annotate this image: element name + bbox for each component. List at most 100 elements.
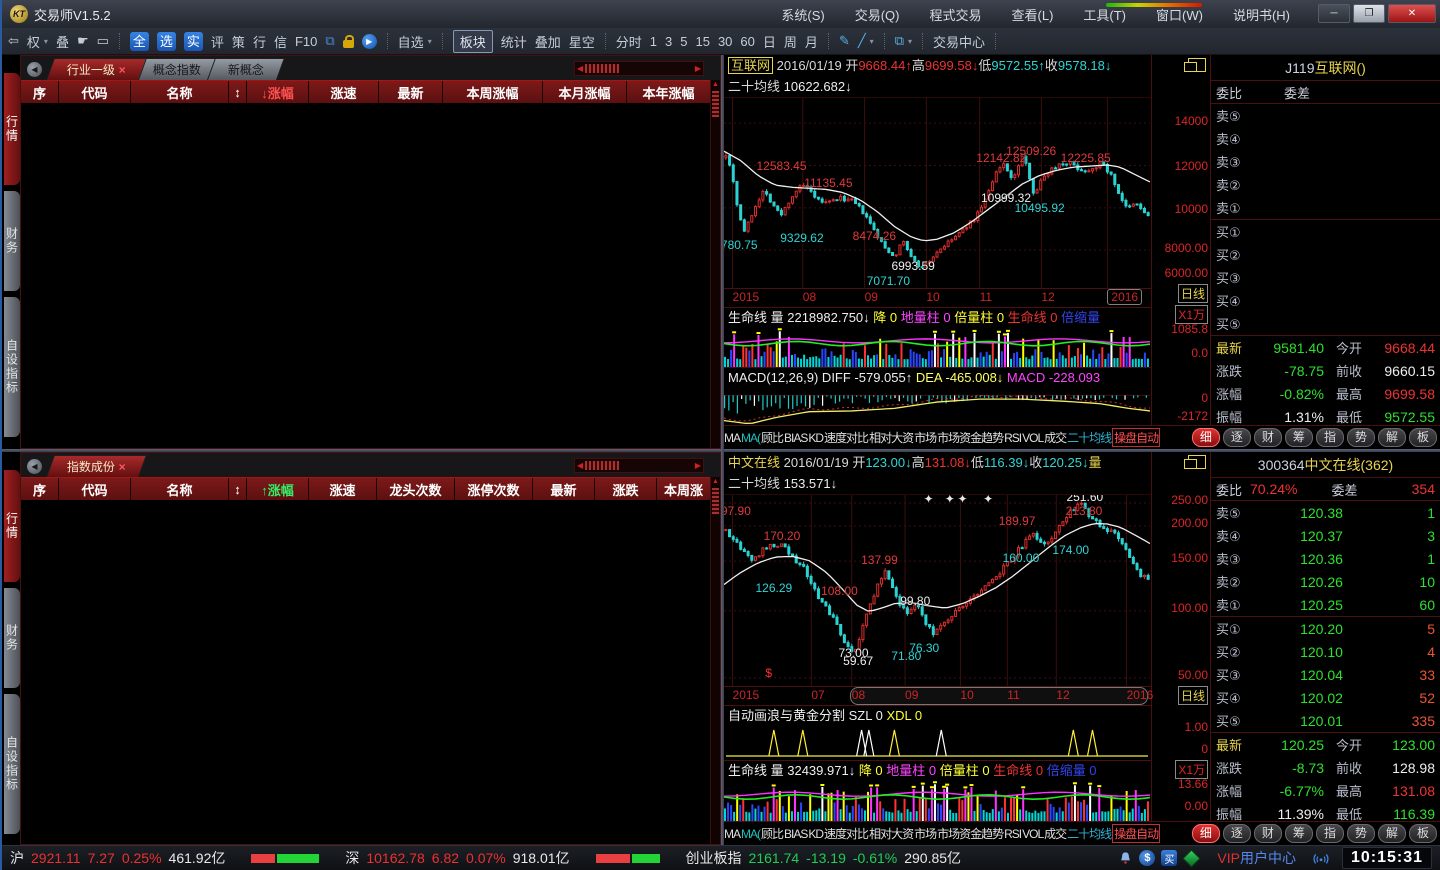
vertical-scrollbar[interactable]: ▲ <box>710 80 720 448</box>
view-button-筹[interactable]: 筹 <box>1285 428 1313 447</box>
table-tab[interactable]: 新概念 <box>207 58 285 80</box>
view-button-势[interactable]: 势 <box>1347 428 1375 447</box>
vip-user-center-link[interactable]: VIP用户中心 <box>1217 848 1296 868</box>
indicator-item[interactable]: 速度对比 <box>824 825 868 842</box>
ask-row[interactable]: 卖③120.361 <box>1211 547 1440 570</box>
tab-close-icon[interactable]: × <box>119 63 126 77</box>
view-button-细[interactable]: 细 <box>1192 824 1220 843</box>
column-header[interactable]: 名称 <box>131 81 229 103</box>
view-button-逐[interactable]: 逐 <box>1223 824 1251 843</box>
dropdown-caret-icon[interactable]: ▾ <box>908 37 912 46</box>
period-3-button[interactable]: 3 <box>665 34 672 49</box>
column-header[interactable]: 涨速 <box>309 81 379 103</box>
play-icon[interactable]: ▶ <box>362 34 377 49</box>
bid-row[interactable]: 买③ <box>1211 266 1440 289</box>
period-month-button[interactable]: 月 <box>805 32 818 51</box>
zhongwen-online-volume-plot[interactable] <box>724 781 1151 822</box>
column-header[interactable]: 代码 <box>59 81 131 103</box>
menu-item-说明书H[interactable]: 说明书(H) <box>1233 5 1290 24</box>
side-tab-custom-indicators[interactable]: 自设指标 <box>4 694 20 834</box>
view-button-势[interactable]: 势 <box>1347 824 1375 843</box>
view-button-指[interactable]: 指 <box>1316 428 1344 447</box>
dropdown-caret-icon[interactable]: ▾ <box>44 37 48 46</box>
bid-row[interactable]: 买⑤120.01335 <box>1211 709 1440 732</box>
starmap-button[interactable]: 星空 <box>569 32 595 51</box>
scroll-up-icon[interactable]: ▲ <box>711 80 720 90</box>
table-body[interactable] <box>21 103 711 448</box>
bid-row[interactable]: 买① <box>1211 220 1440 243</box>
ask-row[interactable]: 卖② <box>1211 173 1440 196</box>
column-header[interactable]: 本年涨幅 <box>627 81 711 103</box>
scroll-right-icon[interactable]: ▶ <box>693 461 703 470</box>
side-tab-finance[interactable]: 财务 <box>4 191 20 291</box>
table-body[interactable] <box>21 500 711 844</box>
hand-icon[interactable]: ☛ <box>77 33 89 49</box>
nav-back-button[interactable]: ◀ <box>27 459 42 474</box>
watchlist-button[interactable]: 自选 <box>398 32 424 51</box>
indicator-item[interactable]: 顾比 <box>761 825 783 842</box>
column-header[interactable]: 代码 <box>59 478 131 500</box>
bid-row[interactable]: 买③120.0433 <box>1211 663 1440 686</box>
indicator-item[interactable]: 成交 <box>1044 429 1066 446</box>
overlay-compare-button[interactable]: 叠加 <box>535 32 561 51</box>
realtime-button[interactable]: 实 <box>184 32 203 51</box>
scroll-left-icon[interactable]: ◀ <box>575 64 585 73</box>
view-button-财[interactable]: 财 <box>1254 824 1282 843</box>
x-axis-range-selector[interactable] <box>850 687 1148 705</box>
scroll-right-icon[interactable]: ▶ <box>693 64 703 73</box>
view-button-逐[interactable]: 逐 <box>1223 428 1251 447</box>
period-30-button[interactable]: 30 <box>718 34 732 49</box>
indicator-item[interactable]: 市场 <box>914 429 936 446</box>
menu-item-查看L[interactable]: 查看(L) <box>1012 5 1054 24</box>
ask-row[interactable]: 卖① <box>1211 196 1440 219</box>
column-header[interactable]: 龙头次数 <box>377 478 455 500</box>
ask-row[interactable]: 卖⑤120.381 <box>1211 501 1440 524</box>
column-header[interactable]: 最新 <box>533 478 595 500</box>
tab-close-icon[interactable]: × <box>119 460 126 474</box>
indicator-item[interactable]: 相对大资 <box>869 825 913 842</box>
indicator-item[interactable]: BIAS <box>784 431 807 445</box>
quotes-button[interactable]: 行 <box>253 32 266 51</box>
table-tab[interactable]: 行业一级× <box>46 58 147 80</box>
column-header[interactable]: ↕ <box>229 478 247 500</box>
overlay-button[interactable]: 叠 <box>56 32 69 51</box>
table-tab[interactable]: 指数成份× <box>46 455 147 477</box>
scroll-thumb[interactable] <box>585 461 619 470</box>
ask-row[interactable]: 卖②120.2610 <box>1211 570 1440 593</box>
bid-row[interactable]: 买④ <box>1211 289 1440 312</box>
bid-row[interactable]: 买①120.205 <box>1211 617 1440 640</box>
indicator-item[interactable]: 操盘自动 <box>1112 824 1160 843</box>
layers-icon[interactable]: ⧉ <box>325 33 334 49</box>
indicator-item[interactable]: 二十均线 <box>1067 429 1111 446</box>
column-header[interactable]: 本月涨幅 <box>543 81 627 103</box>
side-tab-finance[interactable]: 财务 <box>4 588 20 688</box>
dollar-icon[interactable]: $ <box>1139 850 1155 866</box>
column-header[interactable]: ↑涨幅 <box>247 478 309 500</box>
horizontal-scrollbar[interactable]: ◀▶ <box>574 458 704 473</box>
scroll-left-icon[interactable]: ◀ <box>575 461 585 470</box>
bid-row[interactable]: 买② <box>1211 243 1440 266</box>
column-header[interactable]: 序 <box>21 81 59 103</box>
column-header[interactable]: ↕ <box>229 81 247 103</box>
pencil-icon[interactable]: ✎ <box>839 33 850 49</box>
indicator-item[interactable]: VOL <box>1022 827 1043 841</box>
view-button-细[interactable]: 细 <box>1192 428 1220 447</box>
indicator-item[interactable]: 市场资金趋势 <box>937 825 1003 842</box>
period-1-button[interactable]: 1 <box>650 34 657 49</box>
rights-adjust-button[interactable]: 权 <box>27 32 40 51</box>
menu-item-交易Q[interactable]: 交易(Q) <box>855 5 900 24</box>
nav-back-button[interactable]: ◀ <box>27 62 42 77</box>
restore-button[interactable]: ❐ <box>1353 4 1385 23</box>
dropdown-caret-icon[interactable]: ▾ <box>428 37 432 46</box>
zhongwen-online-candle-plot[interactable]: 197.90170.20126.29108.00137.9999.8073.00… <box>724 494 1151 686</box>
ask-row[interactable]: 卖③ <box>1211 150 1440 173</box>
period-15-button[interactable]: 15 <box>695 34 709 49</box>
indicator-item[interactable]: KD <box>808 431 823 445</box>
bell-icon[interactable] <box>1117 850 1133 866</box>
lock-icon[interactable] <box>343 40 354 48</box>
buy-icon[interactable]: 买 <box>1161 850 1177 866</box>
indicator-item[interactable]: KD <box>808 827 823 841</box>
indicator-item[interactable]: 操盘自动 <box>1112 428 1160 447</box>
column-header[interactable]: 本周涨 <box>657 478 711 500</box>
column-header[interactable]: 涨停次数 <box>455 478 533 500</box>
